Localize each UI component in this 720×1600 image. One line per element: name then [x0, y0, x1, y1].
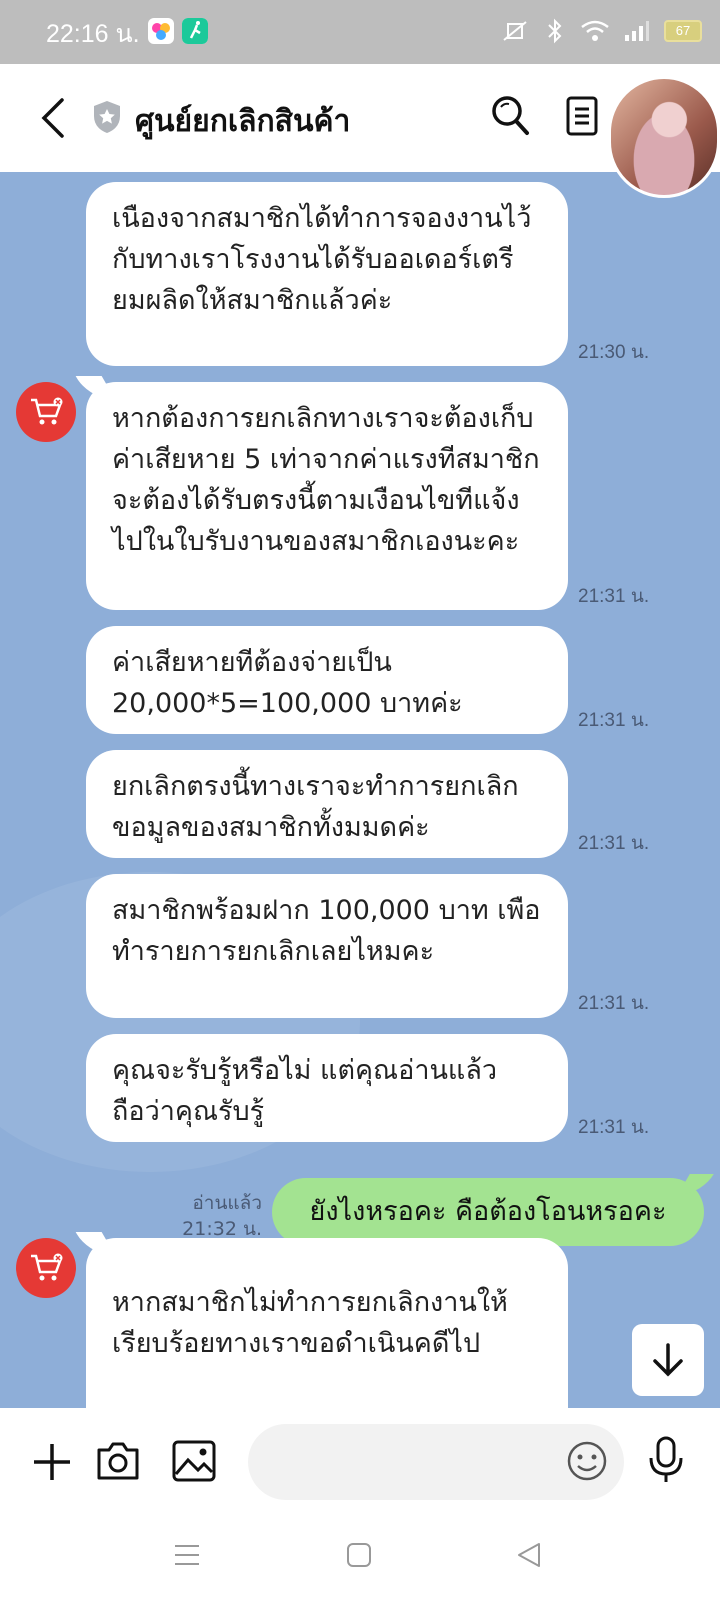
message-bubble[interactable]: ค่าเสียหายทีต้องจ่ายเป็น 20,000*5=100,00… — [86, 626, 568, 734]
status-bar: 22:16 น. 67 — [0, 0, 720, 64]
wifi-icon — [581, 20, 609, 41]
message-time: 21:30 น. — [578, 342, 650, 363]
read-label: อ่านแล้ว — [192, 1192, 262, 1214]
message-time: 21:31 น. — [578, 993, 650, 1014]
back-nav-icon[interactable] — [516, 1542, 542, 1568]
status-time: 22:16 น. — [46, 20, 140, 48]
home-icon[interactable] — [346, 1542, 372, 1568]
camera-icon[interactable] — [96, 1440, 140, 1482]
plus-icon[interactable] — [32, 1442, 72, 1482]
recent-apps-icon[interactable] — [174, 1542, 200, 1568]
message-time: 21:31 น. — [578, 586, 650, 607]
status-icons: 67 — [500, 18, 702, 44]
bluetooth-icon — [548, 18, 562, 44]
fitness-app-icon — [182, 18, 208, 44]
message-bubble[interactable]: เนืองจากสมาชิกได้ทำการจองงานไว้กับทางเรา… — [86, 182, 568, 366]
sender-avatar[interactable] — [16, 1238, 76, 1298]
arrow-down-icon — [653, 1343, 683, 1377]
message-bubble[interactable]: หากต้องการยกเลิกทางเราจะต้องเก็บค่าเสียห… — [86, 382, 568, 610]
chat-title: ศูนย์ยกเลิกสินค้า — [135, 104, 351, 139]
message-bubble[interactable]: ยกเลิกตรงนี้ทางเราจะทำการยกเลิกขอมูลของส… — [86, 750, 568, 858]
profile-avatar[interactable] — [608, 76, 720, 198]
back-arrow-icon[interactable] — [34, 94, 74, 142]
message-time: 21:31 น. — [578, 833, 650, 854]
input-bar — [0, 1408, 720, 1520]
scroll-down-button[interactable] — [632, 1324, 704, 1396]
outgoing-message-bubble[interactable]: ยังไงหรอคะ คือต้องโอนหรอคะ — [272, 1178, 704, 1246]
menu-icon[interactable] — [566, 96, 598, 136]
chat-area[interactable]: เนืองจากสมาชิกได้ทำการจองงานไว้กับทางเรา… — [0, 172, 720, 1408]
read-receipt: อ่านแล้ว 21:32 น. — [180, 1190, 262, 1242]
message-bubble[interactable]: สมาชิกพร้อมฝาก 100,000 บาท เพือทำรายการย… — [86, 874, 568, 1018]
battery-indicator: 67 — [664, 20, 702, 42]
system-nav-bar — [0, 1520, 720, 1600]
message-time: 21:31 น. — [578, 1117, 650, 1138]
signal-icon — [625, 21, 649, 41]
message-bubble[interactable]: หากสมาชิกไม่ทำการยกเลิกงานให้เรียบร้อยทา… — [86, 1238, 568, 1408]
chat-header: ศูนย์ยกเลิกสินค้า — [0, 64, 720, 198]
shield-icon — [94, 101, 120, 133]
sender-avatar[interactable] — [16, 382, 76, 442]
cart-icon — [31, 1253, 63, 1281]
search-icon[interactable] — [490, 94, 530, 136]
photos-app-icon — [148, 18, 174, 44]
mic-icon[interactable] — [648, 1436, 684, 1484]
emoji-icon[interactable] — [566, 1440, 608, 1482]
cart-icon — [31, 397, 63, 425]
image-icon[interactable] — [172, 1440, 216, 1482]
message-time: 21:31 น. — [578, 710, 650, 731]
message-bubble[interactable]: คุณจะรับรู้หรือไม่ แต่คุณอ่านแล้วถือว่าค… — [86, 1034, 568, 1142]
mute-vibrate-icon — [503, 21, 527, 41]
